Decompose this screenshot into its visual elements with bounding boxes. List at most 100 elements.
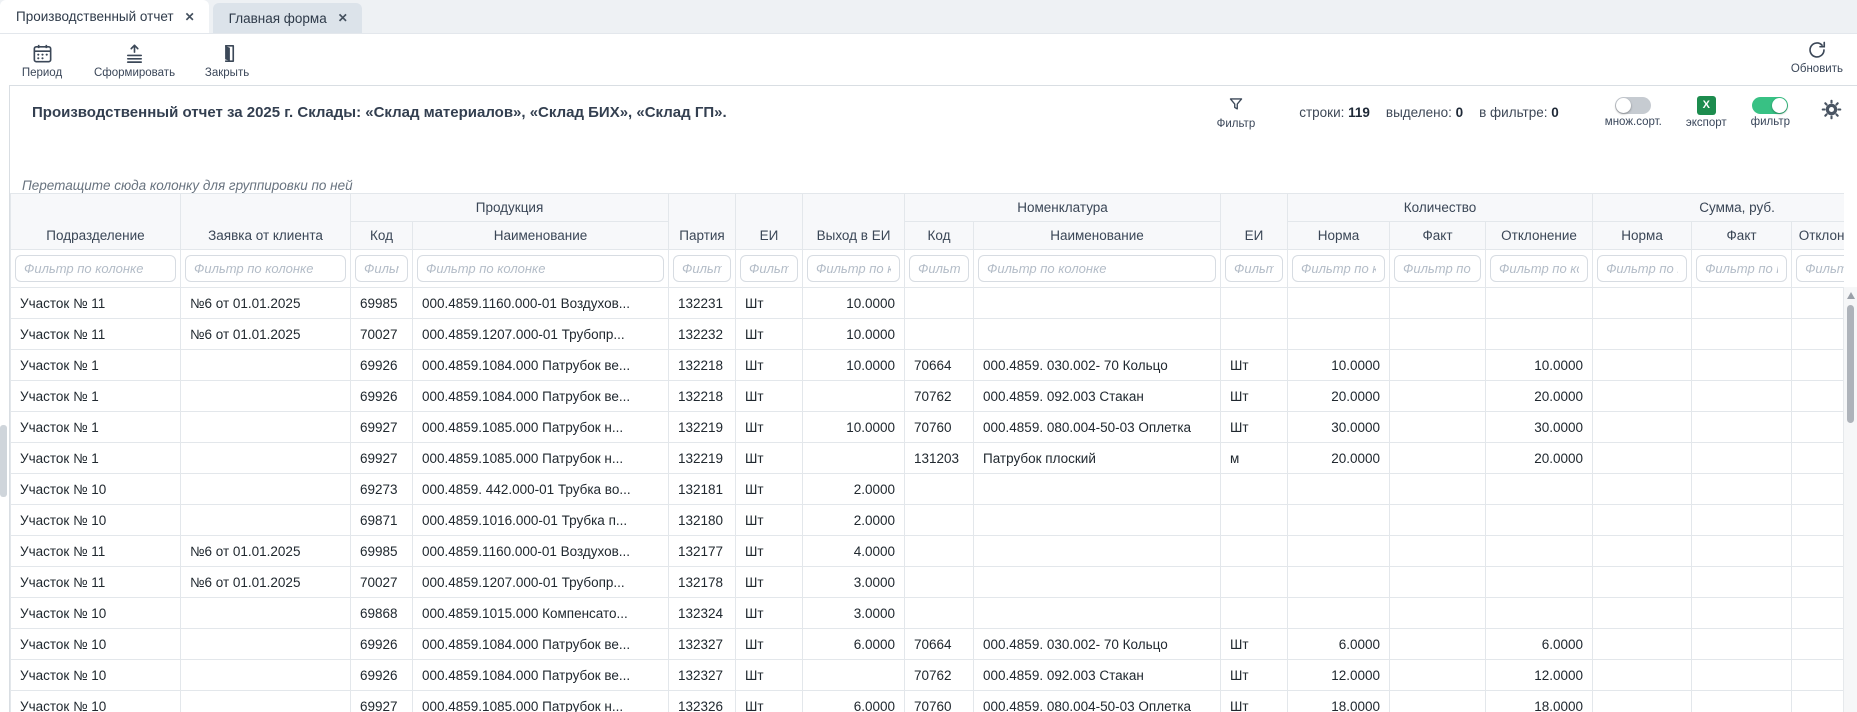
vertical-scrollbar[interactable] (1843, 287, 1857, 712)
close-button[interactable]: Закрыть (201, 42, 253, 79)
filter-input-partiya[interactable] (673, 255, 731, 282)
table-cell-kod_prod: 69927 (351, 412, 413, 443)
filter-toggle[interactable]: фильтр (1751, 97, 1790, 128)
column-header-fakt_sum[interactable]: Факт (1692, 222, 1792, 250)
column-header-norma_sum[interactable]: Норма (1593, 222, 1692, 250)
table-cell-naim_nom: 000.4859. 080.004-50-03 Оплетка (974, 691, 1221, 712)
column-header-partiya[interactable]: Партия (669, 194, 736, 250)
generate-button[interactable]: Сформировать (94, 42, 175, 79)
column-header-otkl_sum[interactable]: Отклонение (1792, 222, 1844, 250)
table-cell-otkl_sum (1792, 474, 1844, 505)
table-cell-kod_prod: 69868 (351, 598, 413, 629)
table-cell-naim_prod: 000.4859.1084.000 Патрубок ве... (413, 350, 669, 381)
column-header-otkl_kol[interactable]: Отклонение (1486, 222, 1593, 250)
table-cell-kod_prod: 69927 (351, 443, 413, 474)
table-row[interactable]: Участок № 1069927000.4859.1085.000 Патру… (11, 691, 1845, 712)
table-cell-norma_sum (1593, 505, 1692, 536)
table-row[interactable]: Участок № 1069868000.4859.1015.000 Компе… (11, 598, 1845, 629)
toggle-on-icon[interactable] (1752, 97, 1788, 114)
table-cell-zayavka (181, 412, 351, 443)
door-icon (216, 42, 239, 65)
table-row[interactable]: Участок № 169926000.4859.1084.000 Патруб… (11, 381, 1845, 412)
tab-main-form[interactable]: Главная форма ✕ (213, 3, 362, 33)
column-header-naim_nom[interactable]: Наименование (974, 222, 1221, 250)
table-row[interactable]: Участок № 11№6 от 01.01.202569985000.485… (11, 536, 1845, 567)
multisort-toggle[interactable]: множ.сорт. (1605, 97, 1662, 128)
table-row[interactable]: Участок № 11№6 от 01.01.202570027000.485… (11, 319, 1845, 350)
filter-input-ei_nom[interactable] (1225, 255, 1283, 282)
filter-input-norma_kol[interactable] (1292, 255, 1385, 282)
scroll-up-arrow-icon[interactable] (1847, 292, 1855, 299)
table-row[interactable]: Участок № 11№6 от 01.01.202570027000.485… (11, 567, 1845, 598)
excel-icon[interactable]: X (1697, 96, 1716, 115)
table-cell-partiya: 132178 (669, 567, 736, 598)
table-cell-vyhod_ei: 3.0000 (803, 567, 905, 598)
filter-input-norma_sum[interactable] (1597, 255, 1687, 282)
filter-input-kod_prod[interactable] (355, 255, 408, 282)
table-cell-partiya: 132327 (669, 629, 736, 660)
column-header-fakt_kol[interactable]: Факт (1390, 222, 1486, 250)
settings-button[interactable] (1820, 98, 1843, 126)
column-header-vyhod_ei[interactable]: Выход в ЕИ (803, 194, 905, 250)
filter-input-fakt_kol[interactable] (1394, 255, 1481, 282)
tab-close-icon[interactable]: ✕ (338, 11, 348, 25)
filter-input-naim_prod[interactable] (417, 255, 664, 282)
export-excel-button[interactable]: X экспорт (1686, 96, 1727, 129)
table-cell-ei_prod: Шт (736, 381, 803, 412)
filter-input-fakt_sum[interactable] (1696, 255, 1787, 282)
table-row[interactable]: Участок № 169927000.4859.1085.000 Патруб… (11, 412, 1845, 443)
table-row[interactable]: Участок № 169926000.4859.1084.000 Патруб… (11, 350, 1845, 381)
table-cell-norma_sum (1593, 567, 1692, 598)
period-button[interactable]: Период (16, 42, 68, 79)
tab-production-report[interactable]: Производственный отчет ✕ (0, 0, 209, 33)
stat-rows: строки: 119 (1299, 105, 1370, 120)
table-cell-otkl_sum (1792, 381, 1844, 412)
column-header-ei_nom[interactable]: ЕИ (1221, 194, 1288, 250)
table-cell-kod_prod: 69927 (351, 691, 413, 712)
column-header-kod_nom[interactable]: Код (905, 222, 974, 250)
table-cell-naim_prod: 000.4859. 442.000-01 Трубка во... (413, 474, 669, 505)
table-row[interactable]: Участок № 1069273000.4859. 442.000-01 Тр… (11, 474, 1845, 505)
toolbar: Период Сформировать Закрыть Обновит (0, 34, 1857, 86)
scrollbar-thumb[interactable] (1847, 305, 1854, 423)
column-header-naim_prod[interactable]: Наименование (413, 222, 669, 250)
toggle-off-icon[interactable] (1615, 97, 1651, 114)
filter-input-ei_prod[interactable] (740, 255, 798, 282)
column-header-podrazdelenie[interactable]: Подразделение (11, 194, 181, 250)
tab-close-icon[interactable]: ✕ (185, 10, 195, 24)
splitter-handle[interactable] (0, 425, 7, 497)
table-cell-partiya: 132219 (669, 443, 736, 474)
column-header-ei_prod[interactable]: ЕИ (736, 194, 803, 250)
table-row[interactable]: Участок № 1069871000.4859.1016.000-01 Тр… (11, 505, 1845, 536)
table-cell-otkl_kol: 20.0000 (1486, 381, 1593, 412)
filter-input-podrazdelenie[interactable] (15, 255, 176, 282)
table-row[interactable]: Участок № 1069926000.4859.1084.000 Патру… (11, 660, 1845, 691)
filter-button[interactable]: Фильтр (1217, 95, 1256, 130)
filter-input-naim_nom[interactable] (978, 255, 1216, 282)
column-group-header: Номенклатура (905, 194, 1221, 222)
column-header-zayavka[interactable]: Заявка от клиента (181, 194, 351, 250)
filter-input-otkl_kol[interactable] (1490, 255, 1588, 282)
table-cell-vyhod_ei: 6.0000 (803, 629, 905, 660)
table-cell-naim_nom (974, 288, 1221, 319)
table-cell-kod_nom (905, 474, 974, 505)
multisort-label: множ.сорт. (1605, 116, 1662, 128)
filter-input-vyhod_ei[interactable] (807, 255, 900, 282)
table-row[interactable]: Участок № 11№6 от 01.01.202569985000.485… (11, 288, 1845, 319)
table-cell-otkl_kol (1486, 319, 1593, 350)
table-row[interactable]: Участок № 169927000.4859.1085.000 Патруб… (11, 443, 1845, 474)
filter-input-kod_nom[interactable] (909, 255, 969, 282)
table-cell-otkl_sum (1792, 567, 1844, 598)
table-cell-otkl_kol (1486, 536, 1593, 567)
column-header-norma_kol[interactable]: Норма (1288, 222, 1390, 250)
refresh-button[interactable]: Обновить (1791, 39, 1843, 75)
table-cell-fakt_kol (1390, 660, 1486, 691)
table-cell-kod_nom (905, 505, 974, 536)
filter-input-otkl_sum[interactable] (1796, 255, 1844, 282)
table-cell-norma_kol: 30.0000 (1288, 412, 1390, 443)
filter-input-zayavka[interactable] (185, 255, 346, 282)
table-row[interactable]: Участок № 1069926000.4859.1084.000 Патру… (11, 629, 1845, 660)
filter-cell (1692, 250, 1792, 288)
column-header-kod_prod[interactable]: Код (351, 222, 413, 250)
table-cell-ei_prod: Шт (736, 505, 803, 536)
